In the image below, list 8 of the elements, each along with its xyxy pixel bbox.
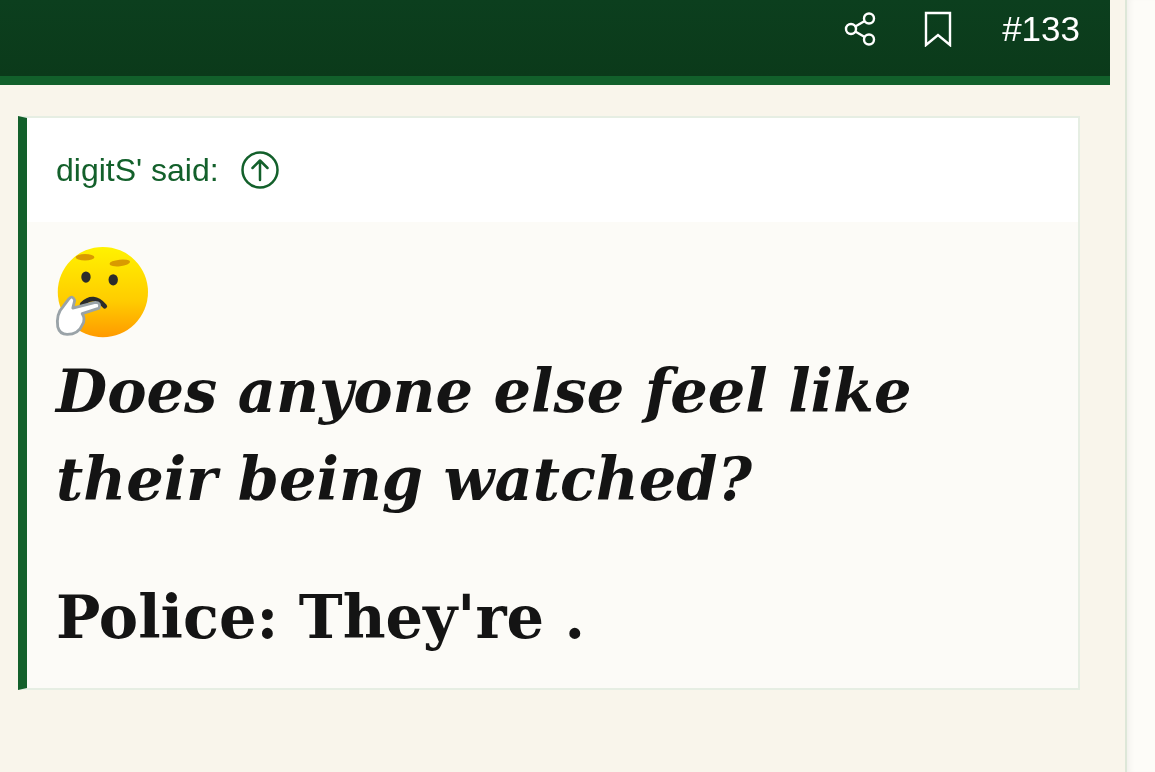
quote-text: Does anyone else feel like their being watched? bbox=[56, 356, 913, 516]
thinking-face-icon bbox=[54, 246, 148, 340]
share-icon[interactable] bbox=[844, 12, 877, 46]
quote-text: Police: They're . bbox=[56, 582, 587, 654]
bookmark-icon[interactable] bbox=[924, 11, 953, 47]
quote-author-link[interactable]: digitS' said: bbox=[56, 151, 219, 189]
post-number-link[interactable]: #133 bbox=[1002, 9, 1080, 49]
arrow-up-circle-icon[interactable] bbox=[240, 151, 279, 189]
